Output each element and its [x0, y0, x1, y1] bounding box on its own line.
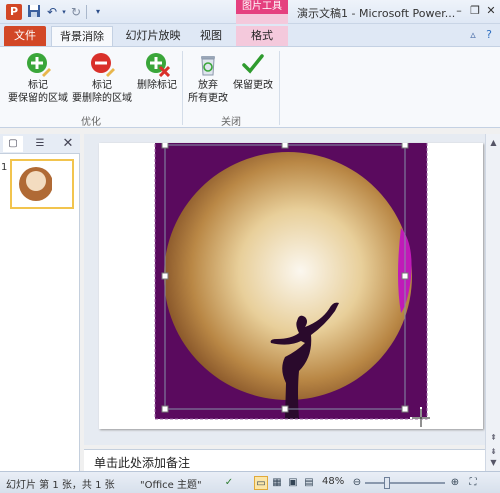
fit-to-window-icon[interactable]: ⛶ — [466, 476, 480, 490]
delete-mark-icon — [144, 51, 171, 78]
zoom-slider-track[interactable] — [365, 482, 445, 484]
background-removal-picture[interactable] — [99, 141, 483, 429]
discard-label-1: 放弃 — [198, 80, 218, 91]
ribbon: 标记 要保留的区域 标记 要删除的区域 删除标记 放弃 所有更改 保留更改 优化… — [0, 46, 500, 128]
spell-check-icon[interactable]: ✓ — [222, 476, 236, 490]
green-plus-pencil-icon — [25, 51, 51, 77]
keep-changes-button[interactable]: 保留更改 — [230, 51, 276, 92]
group-label-refine: 优化 — [81, 117, 101, 128]
mark-remove-label-2: 要删除的区域 — [72, 93, 132, 104]
panel-tabs: ▢ ☰ ✕ — [0, 134, 80, 154]
discard-all-changes-button[interactable]: 放弃 所有更改 — [186, 51, 230, 105]
qat-separator — [86, 5, 87, 19]
close-panel-icon[interactable]: ✕ — [58, 136, 78, 152]
discard-label-2: 所有更改 — [188, 93, 228, 104]
status-bar: 幻灯片 第 1 张，共 1 张 "Office 主题" ✓ ▭ ▦ ▣ ▤ 48… — [0, 471, 500, 493]
mark-remove-label-1: 标记 — [92, 80, 112, 91]
delete-mark-button[interactable]: 删除标记 — [134, 51, 180, 92]
restore-icon[interactable]: ❐ — [468, 4, 482, 18]
zoom-out-icon[interactable]: ⊖ — [350, 476, 364, 490]
redo-icon[interactable]: ↻ — [68, 4, 84, 20]
zoom-level[interactable]: 48% — [322, 476, 344, 487]
close-icon[interactable]: ✕ — [484, 4, 498, 18]
slides-tab-icon[interactable]: ▢ — [3, 136, 23, 152]
delete-mark-label: 删除标记 — [137, 80, 177, 91]
minimize-ribbon-icon[interactable]: ▵ — [466, 28, 480, 42]
red-minus-pencil-icon — [89, 51, 115, 77]
zoom-slider-knob[interactable] — [384, 477, 391, 489]
tab-file[interactable]: 文件 — [4, 26, 46, 46]
tab-slideshow[interactable]: 幻灯片放映 — [122, 26, 184, 46]
slide-thumbnail[interactable] — [10, 159, 74, 209]
recycle-bin-icon — [195, 51, 221, 77]
help-icon[interactable]: ? — [482, 28, 496, 42]
slide-sorter-icon[interactable]: ▦ — [270, 476, 284, 490]
checkmark-icon — [240, 51, 266, 77]
notes-placeholder: 单击此处添加备注 — [94, 456, 191, 470]
previous-slide-icon[interactable]: ⇞ — [488, 432, 499, 443]
scroll-up-icon[interactable]: ▲ — [488, 137, 499, 148]
notes-pane[interactable]: 单击此处添加备注 — [84, 449, 485, 471]
mark-keep-label-2: 要保留的区域 — [8, 93, 68, 104]
customize-qat-icon[interactable]: ▾ — [90, 4, 106, 20]
slide-info: 幻灯片 第 1 张，共 1 张 — [6, 480, 115, 491]
slide-editing-area — [84, 134, 500, 445]
mark-keep-label-1: 标记 — [28, 80, 48, 91]
group-label-close: 关闭 — [221, 117, 241, 128]
tab-view[interactable]: 视图 — [190, 26, 232, 46]
picture-tools-context-label: 图片工具 — [236, 0, 288, 14]
title-bar: P ↶ ▾ ↻ ▾ 图片工具 演示文稿1 - Microsoft Power..… — [0, 0, 500, 24]
normal-view-icon[interactable]: ▭ — [254, 476, 268, 490]
vertical-scrollbar[interactable]: ▲ ⇞ ⇟ ▼ — [485, 134, 500, 471]
picture-tools-context-band — [236, 14, 288, 24]
powerpoint-app-icon[interactable]: P — [6, 4, 22, 20]
slides-panel: ▢ ☰ ✕ 1 — [0, 134, 80, 471]
mark-areas-to-remove-button[interactable]: 标记 要删除的区域 — [70, 51, 134, 105]
zoom-in-icon[interactable]: ⊕ — [448, 476, 462, 490]
ribbon-tab-row: 文件 背景消除 幻灯片放映 视图 格式 ▵ ? — [0, 24, 500, 46]
mark-areas-to-keep-button[interactable]: 标记 要保留的区域 — [6, 51, 70, 105]
group-separator — [279, 51, 280, 125]
reading-view-icon[interactable]: ▣ — [286, 476, 300, 490]
slide-canvas — [99, 141, 483, 429]
tab-format[interactable]: 格式 — [236, 26, 288, 46]
tab-background-removal[interactable]: 背景消除 — [51, 26, 113, 46]
window-title: 演示文稿1 - Microsoft Power... — [297, 7, 456, 20]
theme-name[interactable]: "Office 主题" — [140, 476, 202, 491]
scroll-down-icon[interactable]: ▼ — [488, 457, 499, 468]
outline-tab-icon[interactable]: ☰ — [30, 136, 50, 152]
minimize-icon[interactable]: – — [452, 4, 466, 18]
save-icon[interactable] — [26, 4, 42, 20]
slideshow-view-icon[interactable]: ▤ — [302, 476, 316, 490]
slide-number: 1 — [1, 162, 8, 173]
keep-changes-label: 保留更改 — [233, 80, 273, 91]
next-slide-icon[interactable]: ⇟ — [488, 446, 499, 457]
